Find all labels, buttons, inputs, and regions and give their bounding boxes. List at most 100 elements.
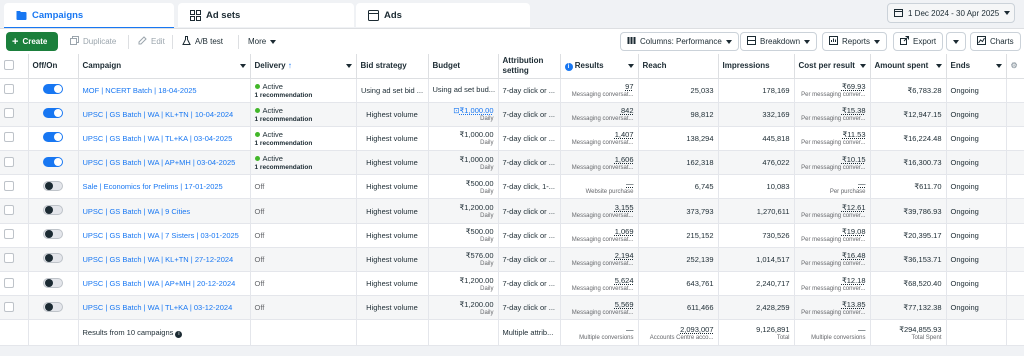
ab-test-button[interactable]: A/B test <box>176 32 229 51</box>
table-row[interactable]: UPSC | GS Batch | WA | TL+KA | 03-12-202… <box>0 295 1024 321</box>
row-checkbox[interactable] <box>4 180 14 191</box>
budget-cell[interactable]: ₹1,200.00 Daily <box>428 271 499 297</box>
campaign-link[interactable]: UPSC | GS Batch | WA | AP+MH | 20-12-202… <box>83 279 236 288</box>
row-select-cell[interactable] <box>0 247 29 273</box>
row-select-cell[interactable] <box>0 223 29 248</box>
date-range-picker[interactable]: 1 Dec 2024 - 30 Apr 2025 <box>887 3 1015 23</box>
duplicate-button[interactable]: Duplicate <box>64 32 122 51</box>
header-campaign[interactable]: Campaign <box>78 54 251 79</box>
campaign-name[interactable]: UPSC | GS Batch | WA | 7 Sisters | 03-01… <box>78 223 251 248</box>
campaign-toggle[interactable] <box>43 180 63 191</box>
header-budget[interactable]: Budget <box>428 54 499 79</box>
row-select-cell[interactable] <box>0 150 29 176</box>
campaign-toggle[interactable] <box>43 132 63 143</box>
toggle-cell[interactable] <box>28 247 79 273</box>
export-menu-button[interactable] <box>946 32 966 51</box>
campaign-toggle[interactable] <box>43 205 63 216</box>
row-select-cell[interactable] <box>0 198 29 224</box>
row-checkbox[interactable] <box>4 229 14 240</box>
row-select-cell[interactable] <box>0 126 29 152</box>
row-checkbox[interactable] <box>4 156 14 167</box>
header-amount-spent[interactable]: Amount spent <box>870 54 947 79</box>
campaign-name[interactable]: UPSC | GS Batch | WA | TL+KA | 03-12-202… <box>78 295 251 321</box>
budget-cell[interactable]: ₹1,200.00 Daily <box>428 198 499 224</box>
campaign-toggle[interactable] <box>43 84 63 95</box>
toggle-cell[interactable] <box>28 295 79 321</box>
header-reach[interactable]: Reach <box>638 54 719 79</box>
header-off-on[interactable]: Off/On <box>28 54 79 79</box>
campaign-name[interactable]: UPSC | GS Batch | WA | AP+MH | 03-04-202… <box>78 150 251 176</box>
table-row[interactable]: UPSC | GS Batch | WA | 7 Sisters | 03-01… <box>0 223 1024 248</box>
header-delivery[interactable]: Delivery ↑ <box>250 54 357 79</box>
campaign-link[interactable]: UPSC | GS Batch | WA | 9 Cities <box>83 207 191 216</box>
campaign-link[interactable]: UPSC | GS Batch | WA | 7 Sisters | 03-01… <box>83 231 239 240</box>
toggle-cell[interactable] <box>28 126 79 152</box>
row-select-cell[interactable] <box>0 102 29 127</box>
header-ends[interactable]: Ends <box>946 54 1007 79</box>
select-all-checkbox[interactable] <box>4 59 14 70</box>
recommendation-label[interactable]: 1 recommendation <box>255 140 352 147</box>
table-row[interactable]: Sale | Economics for Prelims | 17-01-202… <box>0 174 1024 200</box>
select-all-cell[interactable] <box>0 54 29 79</box>
row-select-cell[interactable] <box>0 174 29 200</box>
campaign-toggle[interactable] <box>43 301 63 312</box>
table-row[interactable]: MOF | NCERT Batch | 18-04-2025 Active 1 re… <box>0 78 1024 103</box>
budget-cell[interactable]: ₹1,000.00 Daily <box>428 150 499 176</box>
campaign-name[interactable]: UPSC | GS Batch | WA | KL+TN | 27-12-202… <box>78 247 251 273</box>
row-select-cell[interactable] <box>0 271 29 297</box>
budget-cell[interactable]: ₹500.00 Daily <box>428 223 499 248</box>
campaign-link[interactable]: UPSC | GS Batch | WA | AP+MH | 03-04-202… <box>83 158 236 167</box>
campaign-link[interactable]: MOF | NCERT Batch | 18-04-2025 <box>83 86 197 95</box>
info-icon[interactable]: i <box>175 330 183 338</box>
reports-button[interactable]: Reports <box>822 32 888 51</box>
row-checkbox[interactable] <box>4 205 14 216</box>
toggle-cell[interactable] <box>28 223 79 248</box>
campaign-link[interactable]: UPSC | GS Batch | WA | TL+KA | 03-04-202… <box>83 134 233 143</box>
columns-button[interactable]: Columns: Performance <box>620 32 739 51</box>
campaign-toggle[interactable] <box>43 277 63 288</box>
toggle-cell[interactable] <box>28 102 79 127</box>
campaign-name[interactable]: MOF | NCERT Batch | 18-04-2025 <box>78 78 251 103</box>
campaign-toggle[interactable] <box>43 156 63 167</box>
header-impressions[interactable]: Impressions <box>718 54 795 79</box>
row-checkbox[interactable] <box>4 84 14 95</box>
header-attribution[interactable]: Attribution setting <box>498 54 561 79</box>
header-bid-strategy[interactable]: Bid strategy <box>356 54 429 79</box>
more-button[interactable]: More <box>242 32 282 51</box>
campaign-toggle[interactable] <box>43 253 63 264</box>
table-row[interactable]: UPSC | GS Batch | WA | KL+TN | 10-04-202… <box>0 102 1024 127</box>
export-button[interactable]: Export <box>893 32 944 51</box>
table-row[interactable]: UPSC | GS Batch | WA | AP+MH | 20-12-202… <box>0 271 1024 297</box>
toggle-cell[interactable] <box>28 150 79 176</box>
table-row[interactable]: UPSC | GS Batch | WA | KL+TN | 27-12-202… <box>0 247 1024 273</box>
row-checkbox[interactable] <box>4 132 14 143</box>
budget-cell[interactable]: ₹1,000.00 Daily <box>428 126 499 152</box>
campaign-name[interactable]: Sale | Economics for Prelims | 17-01-202… <box>78 174 251 200</box>
campaign-name[interactable]: UPSC | GS Batch | WA | KL+TN | 10-04-202… <box>78 102 251 127</box>
recommendation-label[interactable]: 1 recommendation <box>255 116 352 123</box>
edit-button[interactable]: Edit <box>132 32 171 51</box>
budget-cell[interactable]: ₹576.00 Daily <box>428 247 499 273</box>
breakdown-button[interactable]: Breakdown <box>740 32 818 51</box>
campaign-link[interactable]: UPSC | GS Batch | WA | KL+TN | 10-04-202… <box>83 110 234 119</box>
budget-cell[interactable]: ₹500.00 Daily <box>428 174 499 200</box>
row-select-cell[interactable] <box>0 78 29 103</box>
column-settings-icon[interactable]: ⚙ <box>1006 54 1024 79</box>
campaign-link[interactable]: Sale | Economics for Prelims | 17-01-202… <box>83 182 223 191</box>
header-results[interactable]: i Results <box>560 54 639 79</box>
tab-campaigns[interactable]: Campaigns <box>4 3 174 27</box>
toggle-cell[interactable] <box>28 271 79 297</box>
toggle-cell[interactable] <box>28 174 79 200</box>
table-row[interactable]: UPSC | GS Batch | WA | AP+MH | 03-04-202… <box>0 150 1024 176</box>
create-button[interactable]: + Create <box>6 32 58 51</box>
recommendation-label[interactable]: 1 recommendation <box>255 164 352 171</box>
row-select-cell[interactable] <box>0 295 29 321</box>
campaign-name[interactable]: UPSC | GS Batch | WA | TL+KA | 03-04-202… <box>78 126 251 152</box>
row-checkbox[interactable] <box>4 108 14 119</box>
header-cost-per-result[interactable]: Cost per result <box>794 54 871 79</box>
charts-button[interactable]: Charts <box>970 32 1021 51</box>
campaign-toggle[interactable] <box>43 229 63 240</box>
budget-cell[interactable]: ⊡₹1,000.00 Daily <box>428 102 499 127</box>
table-row[interactable]: UPSC | GS Batch | WA | 9 Cities Off Highes… <box>0 198 1024 224</box>
tab-ads[interactable]: Ads <box>356 3 530 27</box>
